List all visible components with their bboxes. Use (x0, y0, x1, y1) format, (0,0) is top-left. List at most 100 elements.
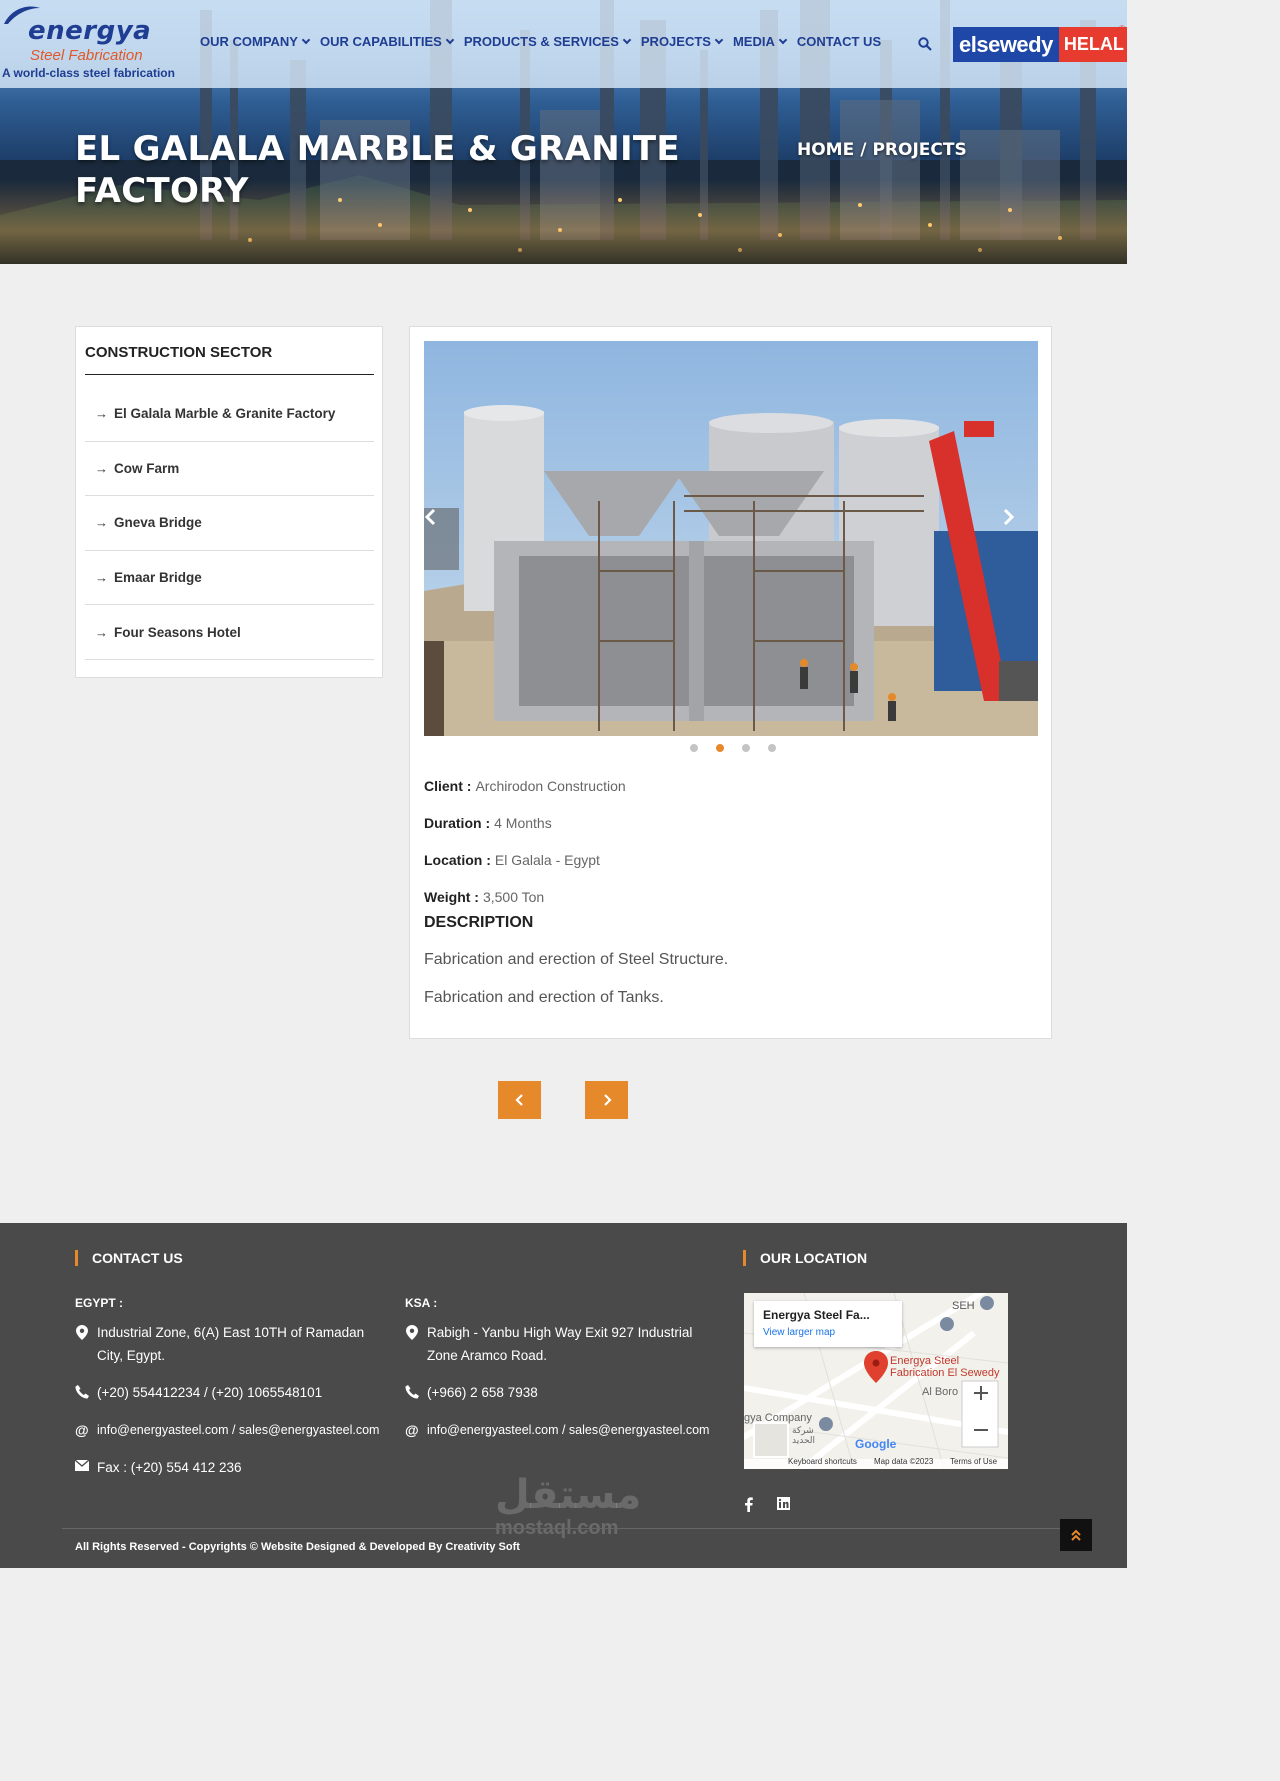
chevron-right-icon (1003, 508, 1015, 526)
google-logo: Google (855, 1437, 897, 1451)
sidebar-item[interactable]: → Gneva Bridge (85, 496, 374, 551)
ksa-title: KSA : (405, 1296, 438, 1310)
breadcrumb-home[interactable]: HOME (797, 140, 854, 160)
footer-location-title: OUR LOCATION (743, 1250, 867, 1266)
sidebar-item[interactable]: → Emaar Bridge (85, 551, 374, 606)
ksa-email[interactable]: @ info@energyasteel.com / sales@energyas… (405, 1419, 709, 1442)
slider-prev-button[interactable] (424, 508, 459, 570)
facebook-icon[interactable] (744, 1497, 753, 1512)
chevron-down-icon (301, 35, 311, 45)
description-line: Fabrication and erection of Steel Struct… (424, 951, 729, 968)
logo-brand: energya (28, 16, 152, 46)
map-pin-label: Energya Steel Fabrication El Sewedy (890, 1355, 1000, 1379)
ksa-phone[interactable]: (+966) 2 658 7938 (405, 1381, 538, 1404)
breadcrumb: HOME / PROJECTS (797, 140, 967, 160)
footer-contact-title: CONTACT US (75, 1250, 183, 1266)
chevron-down-icon (778, 35, 788, 45)
map-pin-icon (76, 1325, 88, 1340)
fact-weight: Weight :3,500 Ton (424, 888, 545, 905)
slider-dot[interactable] (689, 744, 698, 752)
menu-products-services[interactable]: PRODUCTS & SERVICES (464, 34, 635, 49)
next-project-button[interactable] (585, 1081, 628, 1119)
project-card: Client : Archirodon Construction Duration… (409, 326, 1052, 1039)
fact-client: Client : Archirodon Construction (424, 777, 626, 794)
social-links (744, 1497, 790, 1512)
copyright: All Rights Reserved - Copyrights © Websi… (75, 1541, 520, 1553)
partner-reg-mark: ® (1119, 24, 1125, 33)
arrow-right-icon: → (95, 515, 108, 531)
map-larger-link[interactable]: View larger map (763, 1327, 835, 1338)
map-pin-icon (406, 1325, 418, 1340)
double-chevron-up-icon (1071, 1529, 1081, 1541)
sidebar-item[interactable]: → Cow Farm (85, 442, 374, 497)
phone-icon (75, 1385, 89, 1399)
menu-our-capabilities[interactable]: OUR CAPABILITIES (320, 34, 458, 49)
prev-project-button[interactable] (498, 1081, 541, 1119)
chevron-down-icon (714, 35, 724, 45)
sidebar-item[interactable]: → Four Seasons Hotel (85, 605, 374, 660)
egypt-address: Industrial Zone, 6(A) East 10TH of Ramad… (75, 1321, 375, 1367)
location-map[interactable]: Energya Steel Fa... View larger map SEH … (744, 1293, 1008, 1469)
description-line: Fabrication and erection of Tanks. (424, 989, 664, 1006)
envelope-icon (75, 1460, 89, 1471)
back-to-top-button[interactable] (1060, 1519, 1092, 1551)
arrow-right-icon: → (95, 570, 108, 586)
arrow-right-icon: → (95, 406, 108, 422)
menu-contact-us[interactable]: CONTACT US (797, 34, 886, 49)
breadcrumb-current[interactable]: PROJECTS (872, 140, 966, 160)
navbar: energya Steel Fabrication A world-class … (0, 0, 1127, 88)
footer-divider (62, 1528, 1065, 1529)
sidebar-title: CONSTRUCTION SECTOR (85, 344, 273, 361)
breadcrumb-separator: / (860, 140, 867, 160)
map-place-name: Energya Steel Fa... (763, 1308, 870, 1322)
linkedin-icon[interactable] (777, 1497, 790, 1510)
page-title: EL GALALA MARBLE & GRANITE FACTORY (75, 129, 680, 211)
menu-media[interactable]: MEDIA (733, 34, 791, 49)
chevron-left-icon (424, 508, 436, 526)
fact-location: Location : El Galala - Egypt (424, 851, 600, 868)
map-label-company: gya Company (744, 1412, 812, 1424)
chevron-left-icon (514, 1094, 523, 1106)
map-label-arabic: شركة الحديد (792, 1425, 816, 1445)
map-keyboard-shortcuts[interactable]: Keyboard shortcuts (788, 1457, 857, 1466)
phone-icon (405, 1385, 419, 1399)
hero-banner: energya Steel Fabrication A world-class … (0, 0, 1127, 264)
watermark: مستقل mostaql.com (495, 1473, 642, 1539)
chevron-down-icon (445, 35, 455, 45)
energya-logo[interactable]: energya Steel Fabrication A world-class … (0, 0, 180, 88)
slider-dot[interactable] (741, 744, 750, 752)
project-photo (424, 341, 1038, 736)
menu-our-company[interactable]: OUR COMPANY (200, 34, 314, 49)
slider-dot[interactable] (715, 744, 724, 752)
sidebar-item[interactable]: → El Galala Marble & Granite Factory (85, 387, 374, 442)
partner-part-b: HELAL (1058, 27, 1127, 62)
egypt-title: EGYPT : (75, 1296, 124, 1310)
project-image-slider[interactable] (424, 341, 1038, 736)
fact-duration: Duration :4 Months (424, 814, 552, 831)
arrow-right-icon: → (95, 460, 108, 476)
sector-sidebar: CONSTRUCTION SECTOR → El Galala Marble & … (75, 326, 383, 678)
egypt-email[interactable]: @ info@energyasteel.com / sales@energyas… (75, 1419, 379, 1442)
page: energya Steel Fabrication A world-class … (0, 0, 1127, 1568)
egypt-fax: Fax : (+20) 554 412 236 (75, 1456, 241, 1479)
map-data: Map data ©2023 (874, 1457, 934, 1466)
logo-tagline: A world-class steel fabrication (2, 66, 175, 80)
slider-dot[interactable] (767, 744, 776, 752)
menu-projects[interactable]: PROJECTS (641, 34, 727, 49)
search-icon[interactable] (918, 37, 932, 51)
arrow-right-icon: → (95, 624, 108, 640)
slider-dots (410, 744, 1053, 752)
chevron-down-icon (622, 35, 632, 45)
footer: CONTACT US OUR LOCATION EGYPT : Industri… (0, 1223, 1127, 1568)
ksa-address: Rabigh - Yanbu High Way Exit 927 Industr… (405, 1321, 705, 1367)
sidebar-list: → El Galala Marble & Granite Factory → Cow… (85, 387, 374, 660)
description-title: DESCRIPTION (424, 914, 534, 931)
logo-sub: Steel Fabrication (30, 47, 143, 64)
at-icon: @ (405, 1422, 419, 1438)
elsewedy-helal-logo[interactable]: elsewedy HELAL ® (953, 24, 1127, 62)
project-facts: Client : Archirodon Construction Duration… (424, 767, 626, 915)
map-terms[interactable]: Terms of Use (950, 1457, 997, 1466)
slider-next-button[interactable] (1003, 508, 1038, 570)
at-icon: @ (75, 1422, 89, 1438)
egypt-phone[interactable]: (+20) 554412234 / (+20) 1065548101 (75, 1381, 322, 1404)
